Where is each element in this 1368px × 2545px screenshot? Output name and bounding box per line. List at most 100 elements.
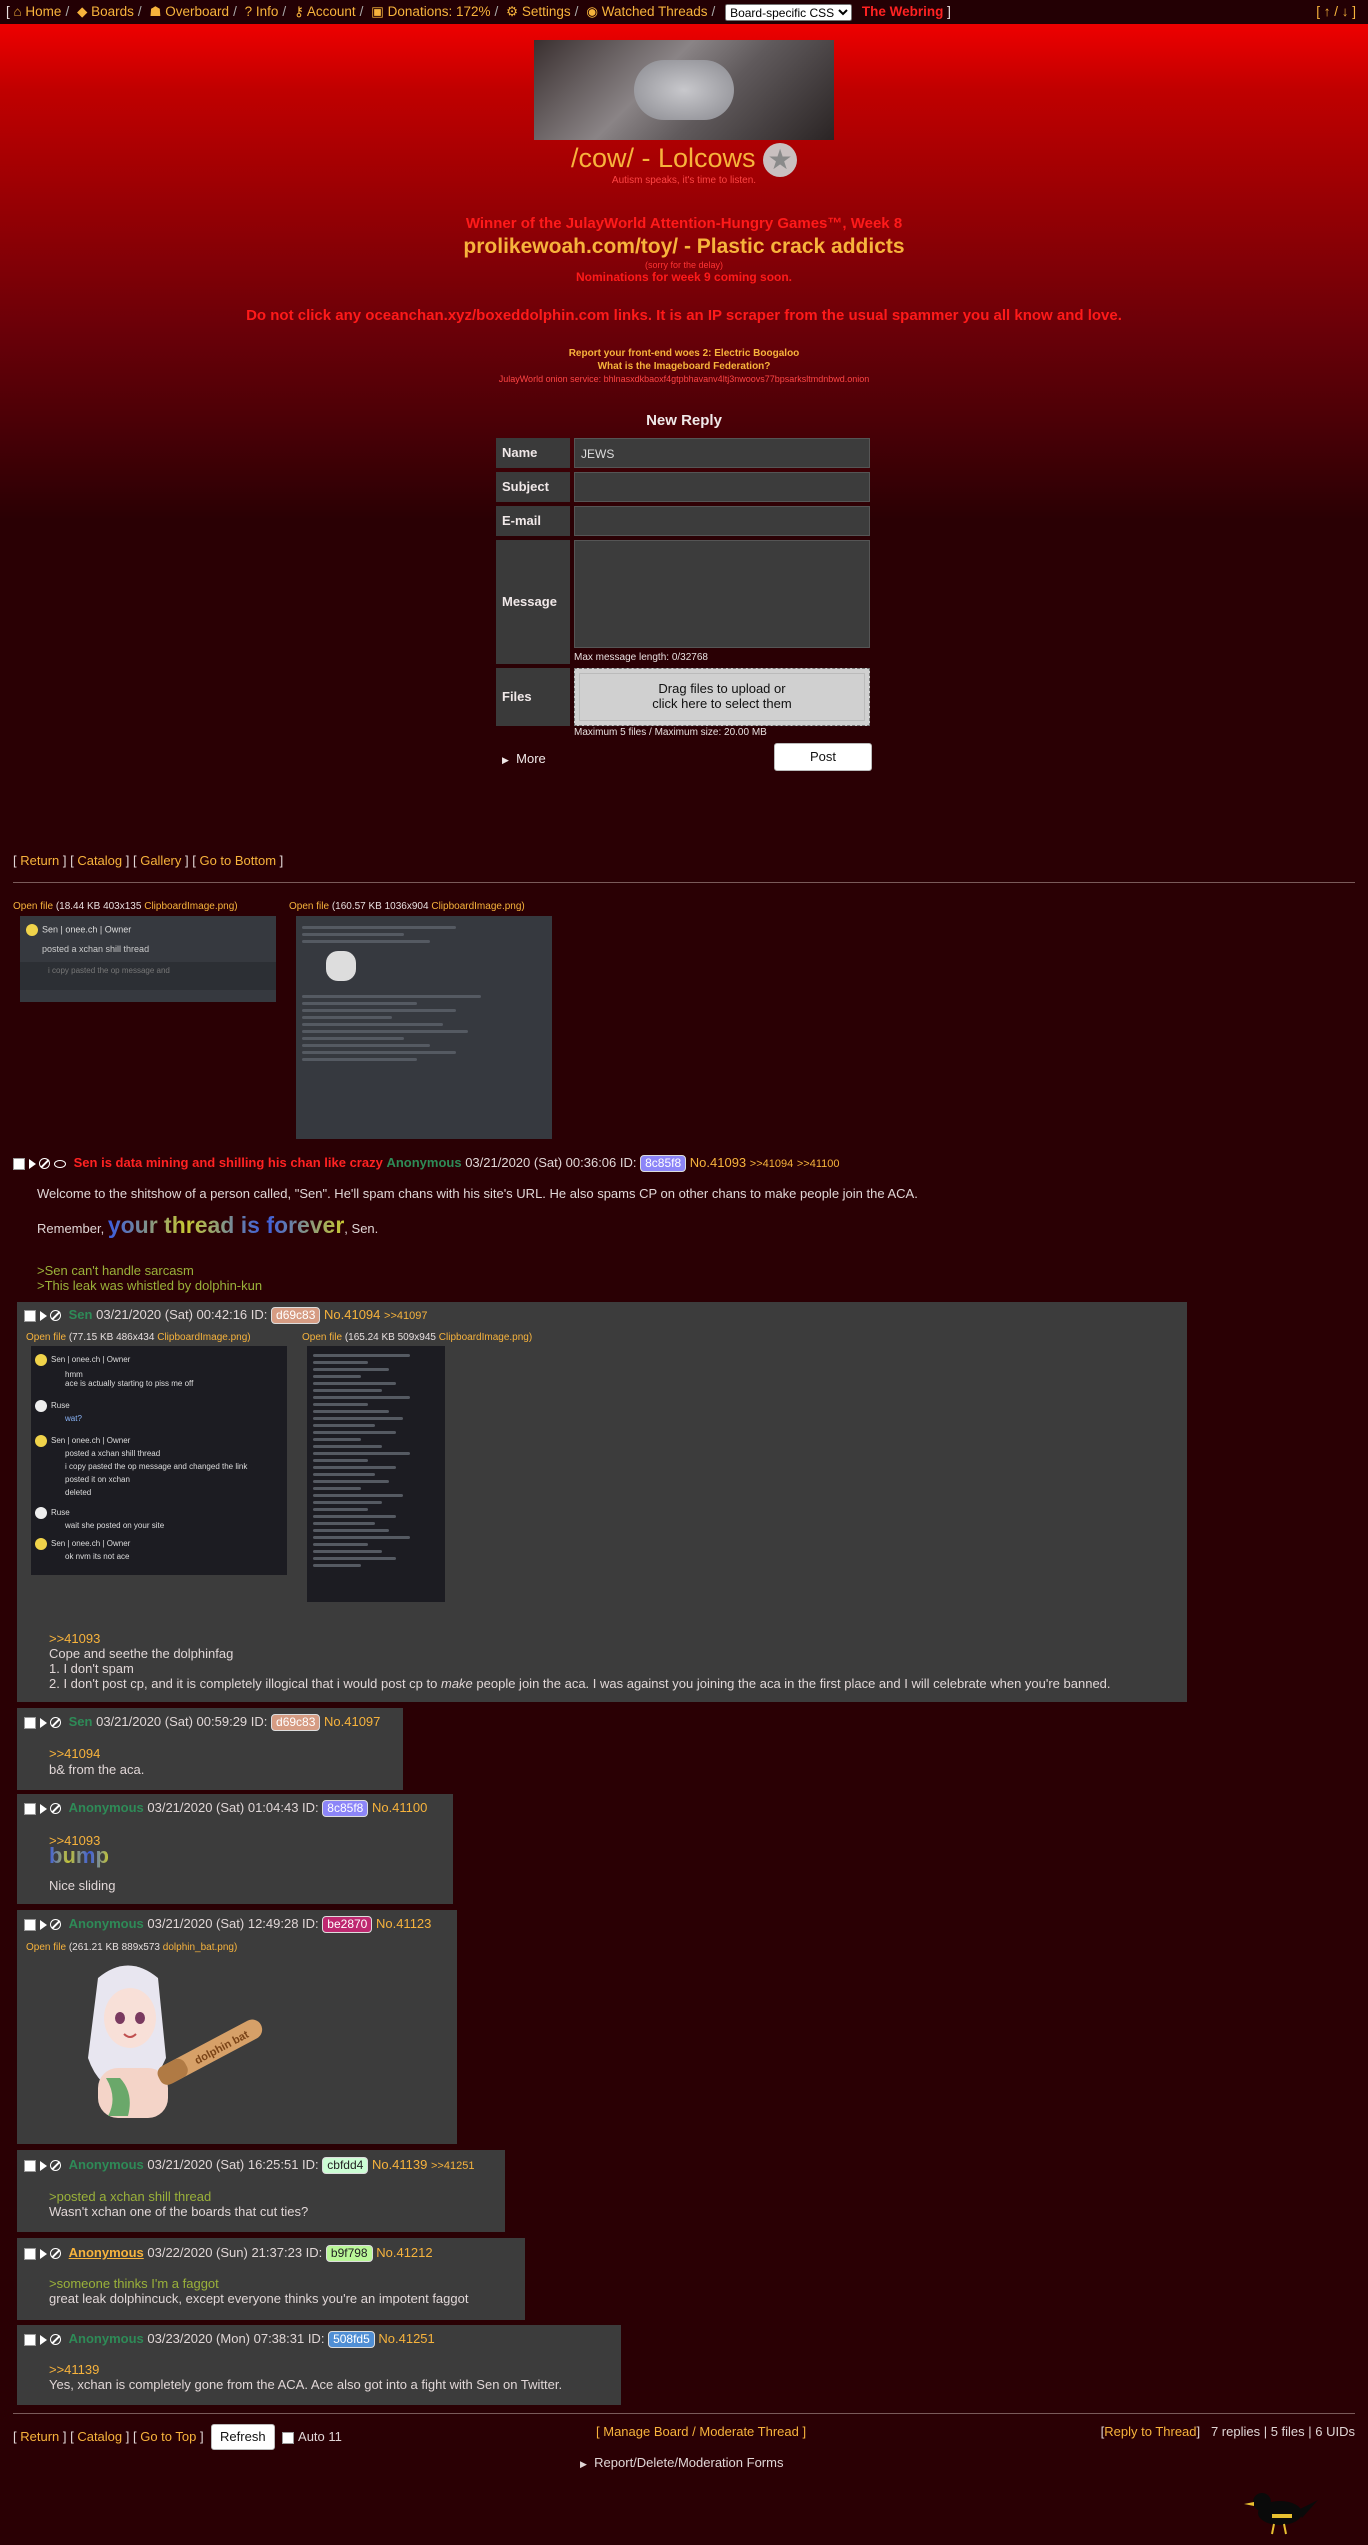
- r4-thumb[interactable]: dolphin bat: [58, 1958, 280, 2124]
- hide-icon[interactable]: [50, 2334, 61, 2346]
- open-file-link[interactable]: Open file: [289, 901, 329, 912]
- scroll-up-icon[interactable]: ↑: [1324, 4, 1331, 19]
- backlink[interactable]: >>41097: [384, 1310, 427, 1322]
- open-file-link[interactable]: Open file: [26, 1332, 66, 1343]
- quote-link-text[interactable]: >>41094: [49, 1746, 100, 1761]
- return-link[interactable]: Return: [20, 2429, 59, 2444]
- file-name-link[interactable]: ClipboardImage.png): [431, 901, 524, 912]
- hide-icon[interactable]: [50, 1717, 61, 1729]
- backlink[interactable]: >>41094: [750, 1158, 793, 1170]
- post-menu-icon[interactable]: [40, 1803, 47, 1814]
- nav-home[interactable]: ⌂ Home: [14, 4, 62, 19]
- file-name-link[interactable]: ClipboardImage.png): [144, 901, 237, 912]
- nav-watched[interactable]: ◉ Watched Threads: [586, 4, 707, 19]
- post-menu-icon[interactable]: [40, 1919, 47, 1930]
- nav-overboard[interactable]: ☗ Overboard: [149, 4, 229, 19]
- post-id-badge[interactable]: 508fd5: [328, 2331, 375, 2348]
- post-checkbox[interactable]: [24, 1716, 36, 1729]
- hide-icon[interactable]: [50, 2248, 61, 2260]
- file-dropzone[interactable]: Drag files to upload or click here to se…: [574, 668, 870, 726]
- post-id-badge[interactable]: be2870: [322, 1916, 373, 1933]
- auto-refresh-checkbox[interactable]: [282, 2431, 295, 2444]
- post-number[interactable]: No.41139: [372, 2157, 427, 2172]
- board-banner[interactable]: [534, 40, 834, 140]
- post-id-badge[interactable]: 8c85f8: [640, 1155, 687, 1172]
- post-number[interactable]: No.41123: [376, 1916, 431, 1931]
- announce-line6[interactable]: Report your front-end woes 2: Electric B…: [0, 348, 1368, 359]
- post-id-badge[interactable]: b9f798: [325, 2245, 373, 2262]
- catalog-link[interactable]: Catalog: [77, 853, 122, 868]
- post-checkbox[interactable]: [24, 2247, 36, 2260]
- hide-icon[interactable]: [50, 1310, 61, 1322]
- report-forms-toggle[interactable]: ▶ Report/Delete/Moderation Forms: [580, 2455, 783, 2470]
- nav-webring[interactable]: The Webring: [862, 4, 944, 19]
- backlink[interactable]: >>41251: [431, 2160, 474, 2172]
- reply-to-thread-link[interactable]: Reply to Thread: [1104, 2424, 1196, 2439]
- nav-boards[interactable]: ◆ Boards: [77, 4, 134, 19]
- hide-icon[interactable]: [50, 2160, 61, 2172]
- op-thumb1[interactable]: Sen | onee.ch | Owner posted a xchan shi…: [20, 916, 276, 1002]
- manage-board-link[interactable]: Manage Board: [603, 2424, 688, 2439]
- op-thumb2[interactable]: [296, 916, 552, 1139]
- post-menu-icon[interactable]: [40, 1310, 47, 1321]
- hide-icon[interactable]: [50, 1803, 61, 1815]
- post-checkbox[interactable]: [24, 1918, 36, 1931]
- css-select[interactable]: Board-specific CSS: [725, 3, 853, 21]
- top-link[interactable]: Go to Top: [140, 2429, 196, 2444]
- r1-thumb1[interactable]: Sen | onee.ch | Owner hmm ace is actuall…: [31, 1346, 287, 1575]
- post-checkbox[interactable]: [24, 2159, 36, 2172]
- post-checkbox[interactable]: [24, 1309, 36, 1322]
- quote-link-text[interactable]: >>41093: [49, 1631, 100, 1646]
- post-number[interactable]: No.41212: [376, 2245, 432, 2260]
- post-checkbox[interactable]: [24, 2333, 36, 2346]
- gallery-link[interactable]: Gallery: [140, 853, 181, 868]
- more-toggle[interactable]: ▶ More: [502, 751, 546, 766]
- post-id-badge[interactable]: 8c85f8: [322, 1800, 369, 1817]
- email-field[interactable]: [574, 506, 870, 536]
- post-number[interactable]: No.41251: [378, 2331, 434, 2346]
- post-button[interactable]: Post: [774, 743, 872, 771]
- star-icon[interactable]: ★: [763, 143, 798, 177]
- open-file-link[interactable]: Open file: [13, 901, 53, 912]
- subject-field[interactable]: [574, 472, 870, 502]
- post-number[interactable]: No.41097: [324, 1714, 380, 1729]
- file-name-link[interactable]: dolphin_bat.png): [163, 1942, 238, 1953]
- post-id-badge[interactable]: d69c83: [271, 1307, 321, 1324]
- r1-thumb2[interactable]: [307, 1346, 445, 1602]
- scroll-down-icon[interactable]: ↓: [1342, 4, 1349, 19]
- quote-link[interactable]: >>41139: [49, 2362, 99, 2377]
- name-field[interactable]: JEWS: [574, 438, 870, 468]
- catalog-link[interactable]: Catalog: [77, 2429, 122, 2444]
- post-id-badge[interactable]: cbfdd4: [322, 2157, 369, 2174]
- post-id-badge[interactable]: d69c83: [271, 1714, 321, 1731]
- hide-icon[interactable]: [39, 1158, 50, 1170]
- hide-icon[interactable]: [50, 1919, 61, 1931]
- return-link[interactable]: Return: [20, 853, 59, 868]
- open-file-link[interactable]: Open file: [26, 1942, 66, 1953]
- post-menu-icon[interactable]: [40, 2248, 47, 2259]
- announce-line7[interactable]: What is the Imageboard Federation?: [0, 361, 1368, 372]
- post-checkbox[interactable]: [24, 1802, 36, 1815]
- post-number[interactable]: No.41100: [372, 1800, 427, 1815]
- message-field[interactable]: [574, 540, 870, 648]
- post-number[interactable]: No.41093: [690, 1155, 746, 1170]
- post-checkbox[interactable]: [13, 1157, 25, 1170]
- announce-line8[interactable]: JulayWorld onion service: bhlnasxdkbaoxf…: [0, 374, 1368, 384]
- quote-link-text[interactable]: >>41139: [49, 2362, 99, 2377]
- post-menu-icon[interactable]: [40, 2334, 47, 2345]
- nav-info[interactable]: ? Info: [245, 4, 279, 19]
- backlink[interactable]: >>41100: [797, 1158, 840, 1170]
- post-menu-icon[interactable]: [40, 1717, 47, 1728]
- file-name-link[interactable]: ClipboardImage.png): [439, 1332, 532, 1343]
- nav-account[interactable]: ⚷ Account: [294, 4, 356, 19]
- moderate-thread-link[interactable]: Moderate Thread: [699, 2424, 799, 2439]
- post-menu-icon[interactable]: [29, 1158, 36, 1169]
- post-menu-icon[interactable]: [40, 2160, 47, 2171]
- announce-line2[interactable]: prolikewoah.com/toy/ - Plastic crack add…: [0, 235, 1368, 259]
- nav-donations[interactable]: ▣ Donations: 172%: [371, 4, 490, 19]
- quote-link[interactable]: >>41094: [49, 1746, 100, 1761]
- watch-icon[interactable]: [54, 1159, 66, 1168]
- post-number[interactable]: No.41094: [324, 1307, 380, 1322]
- refresh-button[interactable]: Refresh: [210, 2424, 275, 2450]
- quote-link[interactable]: >>41093: [49, 1631, 100, 1646]
